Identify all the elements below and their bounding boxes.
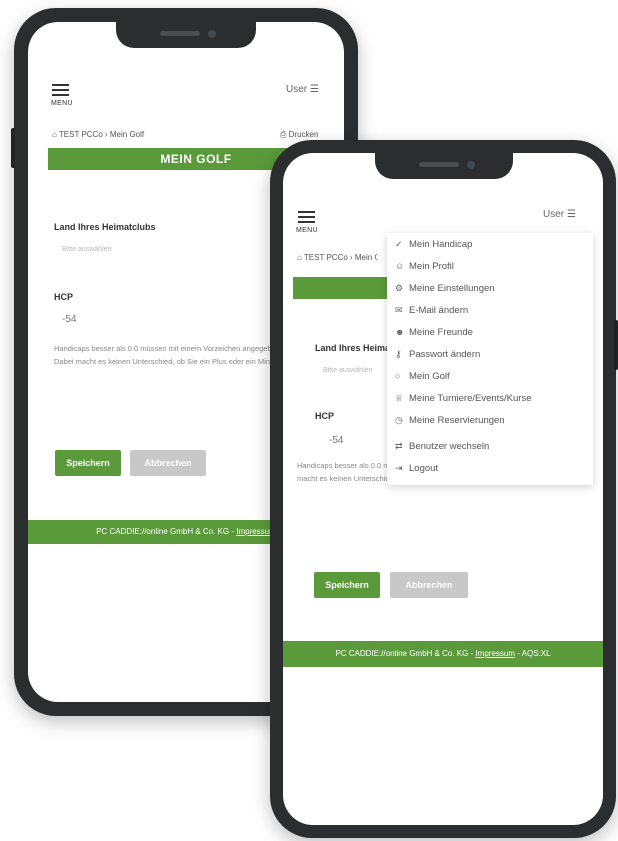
country-select[interactable]: Bitte auswählen bbox=[323, 367, 372, 374]
hcp-input[interactable]: -54 bbox=[62, 314, 76, 325]
handicap-icon: ✓ bbox=[395, 239, 403, 249]
country-select[interactable]: Bitte auswählen bbox=[62, 246, 111, 253]
front-phone-camera bbox=[467, 161, 475, 169]
menu-hamburger-icon[interactable] bbox=[52, 84, 69, 99]
hcp-label: HCP bbox=[315, 411, 335, 421]
menu-item-label: Meine Freunde bbox=[409, 327, 473, 338]
menu-item-label: Mein Handicap bbox=[409, 239, 473, 250]
user-menu-icon: ☰ bbox=[309, 84, 319, 95]
menu-item-profile[interactable]: ☺ Mein Profil bbox=[395, 261, 454, 272]
breadcrumb: ⌂ TEST PCCo › Mein Golf bbox=[297, 253, 377, 262]
footer: PC CADDIE://online GmbH & Co. KG - Impre… bbox=[283, 641, 603, 667]
print-label: Drucken bbox=[288, 130, 319, 139]
front-phone-side-button bbox=[614, 320, 618, 370]
menu-item-label: Mein Golf bbox=[409, 371, 450, 382]
country-label: Land Ihres Heimatclubs bbox=[54, 222, 156, 232]
menu-item-label: Meine Einstellungen bbox=[409, 283, 495, 294]
friends-icon: ☻ bbox=[395, 327, 405, 337]
menu-item-switch-user[interactable]: ⇄ Benutzer wechseln bbox=[395, 441, 489, 452]
save-button[interactable]: Speichern bbox=[55, 450, 121, 476]
user-label: User bbox=[286, 84, 308, 95]
menu-item-label: Passwort ändern bbox=[409, 349, 481, 360]
trophy-icon: ♕ bbox=[395, 393, 404, 403]
switch-user-icon: ⇄ bbox=[395, 441, 403, 451]
menu-item-reservations[interactable]: ◷ Meine Reservierungen bbox=[395, 415, 505, 426]
menu-item-golf[interactable]: ○ Mein Golf bbox=[395, 371, 450, 382]
breadcrumb: ⌂ TEST PCCo › Mein Golf bbox=[52, 130, 144, 139]
front-phone-notch bbox=[375, 153, 513, 179]
menu-item-label: Mein Profil bbox=[409, 261, 454, 272]
home-icon[interactable]: ⌂ bbox=[297, 253, 302, 262]
golf-icon: ○ bbox=[395, 371, 401, 381]
footer-suffix: - AQS:XL bbox=[515, 649, 551, 658]
back-phone-side-button bbox=[11, 128, 15, 168]
menu-item-tournaments[interactable]: ♕ Meine Turniere/Events/Kurse bbox=[395, 393, 532, 404]
front-phone: MENU User ☰ ⌂ TEST PCCo › Mein Golf Land… bbox=[270, 140, 618, 838]
back-phone-speaker bbox=[160, 31, 200, 36]
breadcrumb-path[interactable]: TEST PCCo › Mein Golf bbox=[59, 130, 144, 139]
front-phone-screen: MENU User ☰ ⌂ TEST PCCo › Mein Golf Land… bbox=[283, 153, 603, 825]
cancel-button[interactable]: Abbrechen bbox=[390, 572, 468, 598]
menu-label: MENU bbox=[51, 100, 73, 107]
menu-item-settings[interactable]: ⚙ Meine Einstellungen bbox=[395, 283, 495, 294]
user-dropdown-menu: ✓ Mein Handicap ☺ Mein Profil ⚙ Meine Einst… bbox=[387, 233, 593, 485]
user-menu-button[interactable]: User ☰ bbox=[286, 84, 319, 95]
back-phone-camera bbox=[208, 30, 216, 38]
key-icon: ⚷ bbox=[395, 349, 402, 359]
menu-item-email[interactable]: ✉ E-Mail ändern bbox=[395, 305, 468, 316]
user-label: User bbox=[543, 209, 565, 220]
front-phone-speaker bbox=[419, 162, 459, 167]
user-menu-button[interactable]: User ☰ bbox=[543, 209, 576, 220]
profile-icon: ☺ bbox=[395, 261, 405, 271]
menu-label: MENU bbox=[296, 227, 318, 234]
footer-company: PC CADDIE://online GmbH & Co. KG - bbox=[96, 527, 237, 536]
menu-item-label: Meine Reservierungen bbox=[409, 415, 505, 426]
cancel-button[interactable]: Abbrechen bbox=[130, 450, 206, 476]
settings-icon: ⚙ bbox=[395, 283, 404, 293]
user-menu-icon: ☰ bbox=[566, 209, 576, 220]
menu-item-label: Meine Turniere/Events/Kurse bbox=[409, 393, 532, 404]
email-icon: ✉ bbox=[395, 305, 403, 315]
menu-item-handicap[interactable]: ✓ Mein Handicap bbox=[395, 239, 472, 250]
save-button[interactable]: Speichern bbox=[314, 572, 380, 598]
menu-hamburger-icon[interactable] bbox=[298, 211, 315, 226]
back-phone-notch bbox=[116, 22, 256, 48]
menu-item-label: Logout bbox=[409, 463, 439, 474]
footer-company: PC CADDIE://online GmbH & Co. KG - bbox=[335, 649, 476, 658]
printer-icon: ⎙ bbox=[280, 130, 287, 139]
clock-icon: ◷ bbox=[395, 415, 403, 425]
menu-item-friends[interactable]: ☻ Meine Freunde bbox=[395, 327, 473, 338]
hcp-input[interactable]: -54 bbox=[329, 435, 343, 446]
breadcrumb-path[interactable]: TEST PCCo › Mein Golf bbox=[304, 253, 377, 262]
print-button[interactable]: ⎙ Drucken bbox=[280, 130, 318, 140]
menu-item-password[interactable]: ⚷ Passwort ändern bbox=[395, 349, 480, 360]
menu-item-logout[interactable]: ⇥ Logout bbox=[395, 463, 438, 474]
menu-item-label: Benutzer wechseln bbox=[409, 441, 490, 452]
hcp-label: HCP bbox=[54, 292, 74, 302]
logout-icon: ⇥ bbox=[395, 463, 403, 473]
impressum-link[interactable]: Impressum bbox=[475, 649, 515, 658]
menu-item-label: E-Mail ändern bbox=[409, 305, 469, 316]
home-icon[interactable]: ⌂ bbox=[52, 130, 57, 139]
